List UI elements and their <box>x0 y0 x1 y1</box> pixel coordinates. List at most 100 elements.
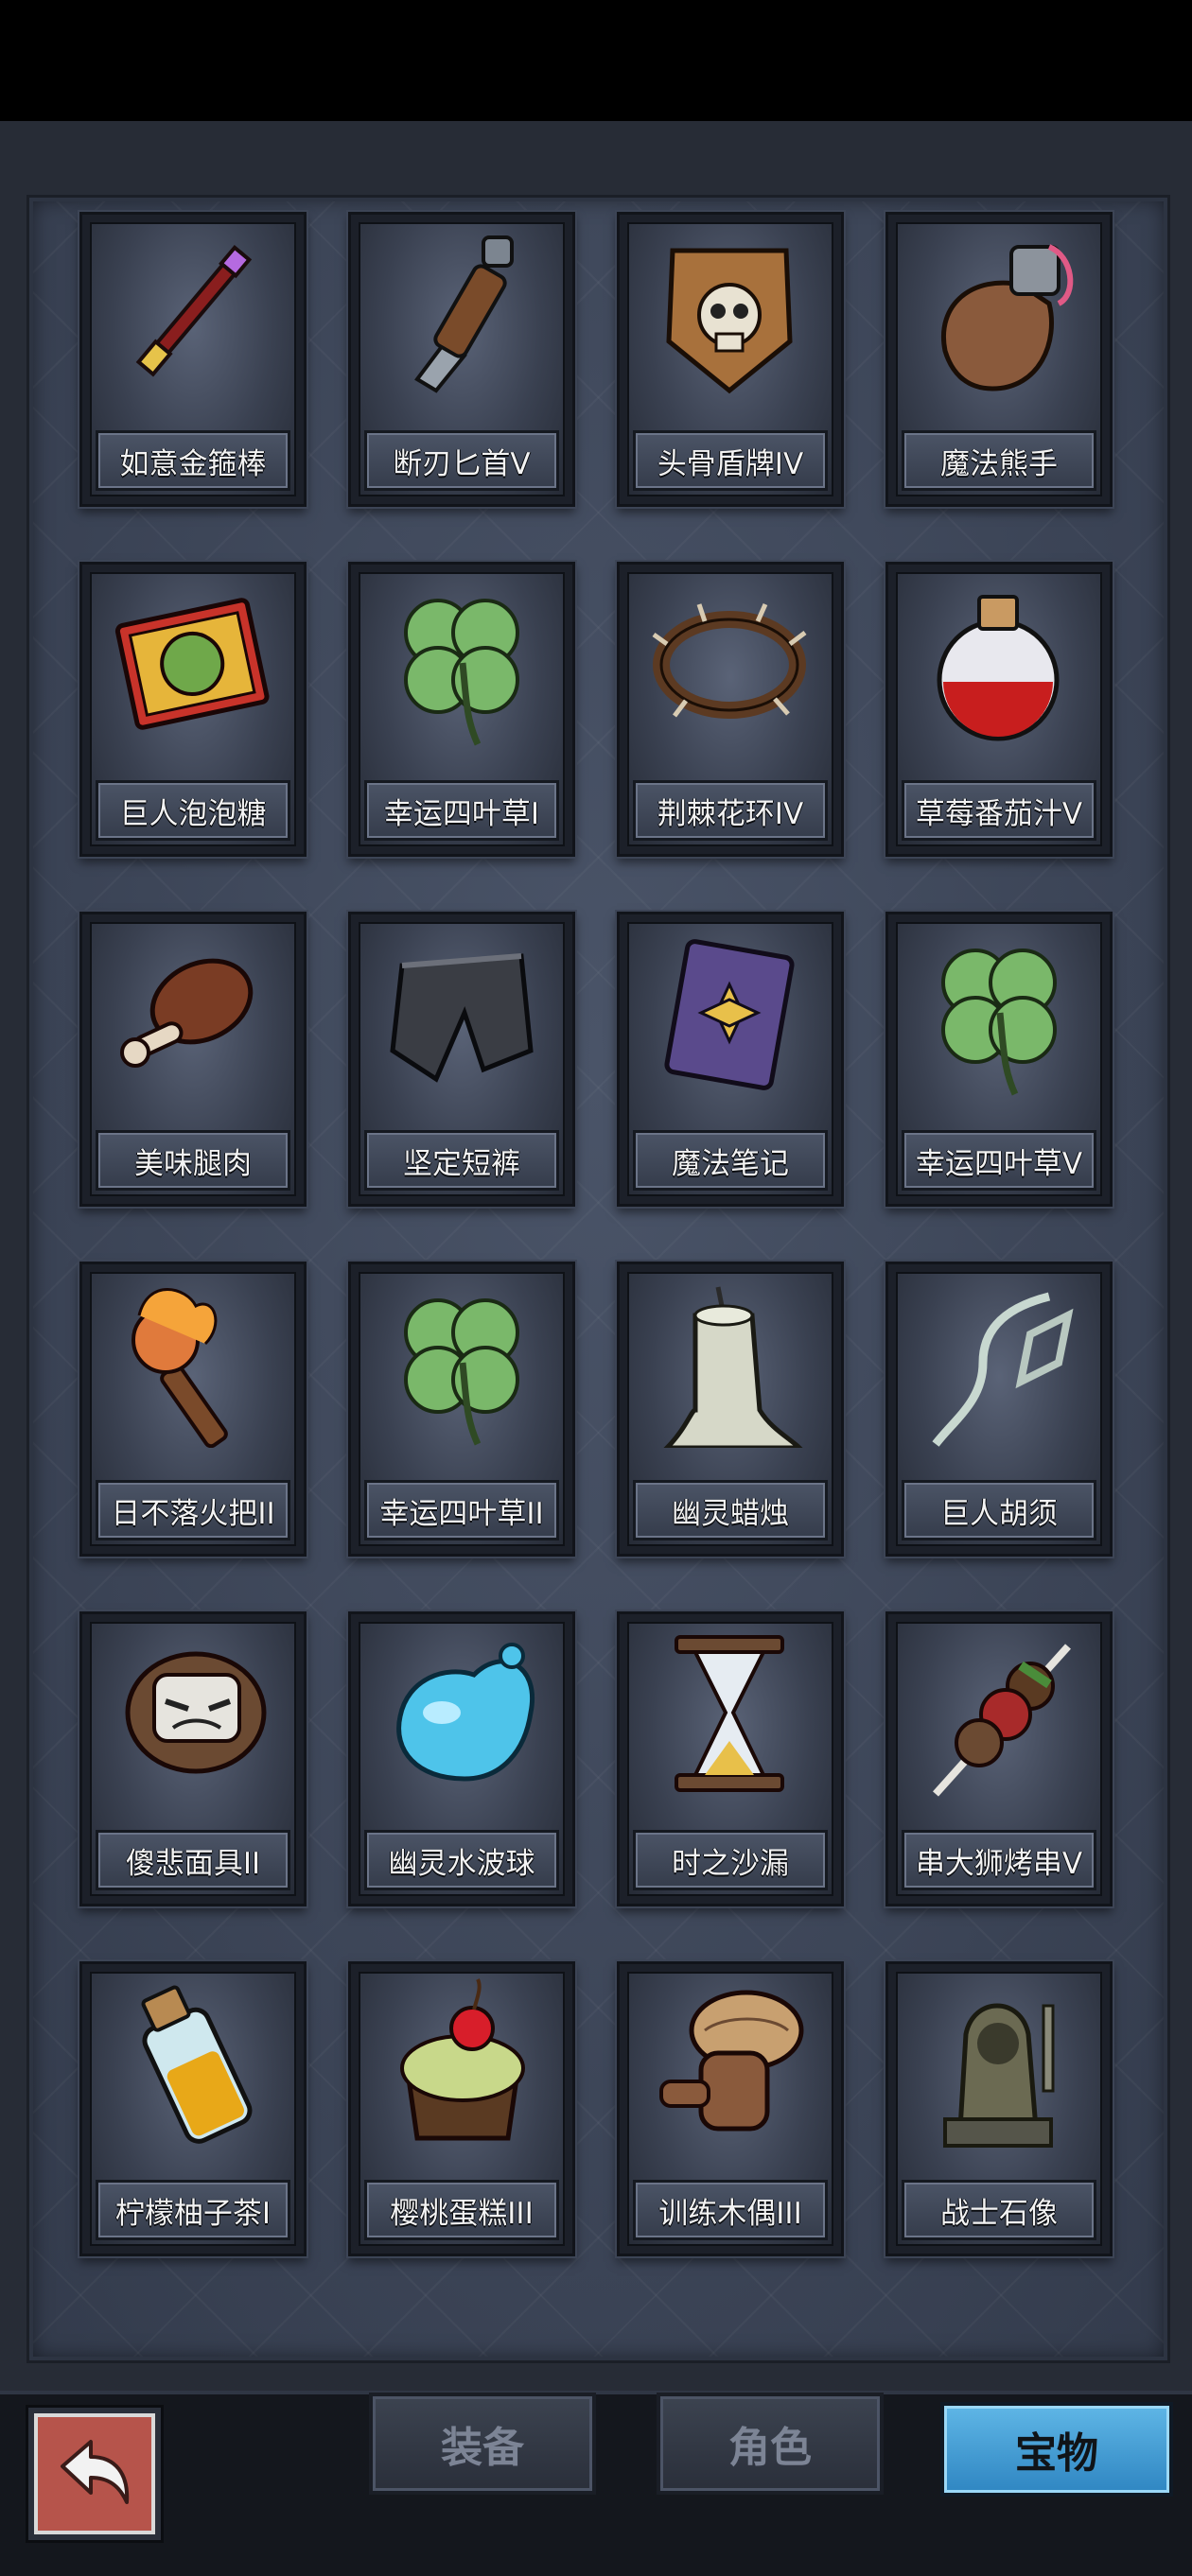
treasure-name-plate: 魔法笔记 <box>633 1130 828 1191</box>
back-button[interactable] <box>28 2408 161 2540</box>
treasure-card[interactable]: 傻悲面具II <box>79 1611 307 1906</box>
treasure-name-plate: 柠檬柚子茶I <box>96 2180 290 2240</box>
golden-staff-icon <box>111 228 273 398</box>
treasure-name: 魔法熊手 <box>940 446 1058 481</box>
treasure-name-plate: 如意金箍棒 <box>96 430 290 491</box>
thorn-wreath-icon <box>648 578 811 748</box>
treasure-name: 美味腿肉 <box>134 1146 252 1181</box>
treasure-card[interactable]: 幸运四叶草I <box>348 562 575 857</box>
meat-leg-icon <box>111 928 273 1098</box>
treasure-name-plate: 巨人泡泡糖 <box>96 780 290 841</box>
treasure-name: 日不落火把II <box>111 1496 275 1531</box>
treasure-name: 战士石像 <box>940 2196 1058 2231</box>
treasure-name-plate: 巨人胡须 <box>902 1480 1096 1540</box>
treasure-name-plate: 断刃匕首V <box>364 430 559 491</box>
tab-character-label: 角色 <box>728 2424 812 2472</box>
treasure-card[interactable]: 荆棘花环IV <box>617 562 844 857</box>
treasure-name-plate: 坚定短裤 <box>364 1130 559 1191</box>
hourglass-icon <box>648 1627 811 1798</box>
treasure-name: 幸运四叶草V <box>915 1146 1083 1181</box>
treasure-card[interactable]: 时之沙漏 <box>617 1611 844 1906</box>
broken-dagger-icon <box>379 228 542 398</box>
treasure-card[interactable]: 幽灵水波球 <box>348 1611 575 1906</box>
treasure-card[interactable]: 坚定短裤 <box>348 912 575 1207</box>
treasure-name-plate: 头骨盾牌IV <box>633 430 828 491</box>
treasure-card[interactable]: 魔法熊手 <box>885 212 1113 507</box>
bear-paw-icon <box>917 228 1079 398</box>
spell-book-icon <box>648 928 811 1098</box>
treasure-name: 时之沙漏 <box>672 1846 789 1881</box>
treasure-card[interactable]: 魔法笔记 <box>617 912 844 1207</box>
wooden-dummy-icon <box>648 1977 811 2148</box>
treasure-name-plate: 傻悲面具II <box>96 1830 290 1890</box>
treasure-name-plate: 幽灵蜡烛 <box>633 1480 828 1540</box>
treasure-name: 串大狮烤串V <box>915 1846 1083 1881</box>
water-orb-icon <box>379 1627 542 1798</box>
treasure-name: 如意金箍棒 <box>119 446 267 481</box>
tab-treasure[interactable]: 宝物 <box>940 2402 1173 2497</box>
treasure-name-plate: 幸运四叶草V <box>902 1130 1096 1191</box>
tab-equipment-label: 装备 <box>441 2424 524 2472</box>
treasure-card[interactable]: 头骨盾牌IV <box>617 212 844 507</box>
treasure-card[interactable]: 柠檬柚子茶I <box>79 1961 307 2256</box>
treasure-card[interactable]: 串大狮烤串V <box>885 1611 1113 1906</box>
treasure-name-plate: 幽灵水波球 <box>364 1830 559 1890</box>
treasure-name: 巨人胡须 <box>940 1496 1058 1531</box>
treasure-card[interactable]: 幸运四叶草II <box>348 1262 575 1557</box>
treasure-name: 草莓番茄汁V <box>915 796 1083 831</box>
four-leaf-clover-icon <box>379 578 542 748</box>
leather-shorts-icon <box>379 928 542 1098</box>
treasure-name-plate: 幸运四叶草II <box>364 1480 559 1540</box>
treasure-card[interactable]: 幸运四叶草V <box>885 912 1113 1207</box>
yellow-potion-icon <box>111 1977 273 2148</box>
treasure-name: 坚定短裤 <box>403 1146 520 1181</box>
treasure-name: 巨人泡泡糖 <box>119 796 267 831</box>
treasure-card[interactable]: 草莓番茄汁V <box>885 562 1113 857</box>
back-arrow-icon <box>61 2440 130 2504</box>
sad-mask-icon <box>111 1627 273 1798</box>
treasure-name: 断刃匕首V <box>393 446 531 481</box>
treasure-card[interactable]: 樱桃蛋糕III <box>348 1961 575 2256</box>
treasure-card[interactable]: 训练木偶III <box>617 1961 844 2256</box>
treasure-name: 荆棘花环IV <box>657 796 804 831</box>
ghost-candle-icon <box>648 1278 811 1448</box>
treasure-card[interactable]: 巨人胡须 <box>885 1262 1113 1557</box>
treasure-name-plate: 时之沙漏 <box>633 1830 828 1890</box>
treasure-card[interactable]: 美味腿肉 <box>79 912 307 1207</box>
treasure-name: 幸运四叶草I <box>383 796 540 831</box>
treasure-name: 训练木偶III <box>658 2196 802 2231</box>
red-potion-icon <box>917 578 1079 748</box>
treasure-card[interactable]: 巨人泡泡糖 <box>79 562 307 857</box>
treasure-name: 幽灵蜡烛 <box>672 1496 789 1531</box>
warrior-statue-icon <box>917 1977 1079 2148</box>
treasure-name-plate: 日不落火把II <box>96 1480 290 1540</box>
treasure-name: 幸运四叶草II <box>379 1496 544 1531</box>
treasure-name-plate: 樱桃蛋糕III <box>364 2180 559 2240</box>
tab-equipment[interactable]: 装备 <box>369 2393 596 2495</box>
skull-shield-icon <box>648 228 811 398</box>
giant-beard-icon <box>917 1278 1079 1448</box>
treasure-name-plate: 美味腿肉 <box>96 1130 290 1191</box>
treasure-card[interactable]: 战士石像 <box>885 1961 1113 2256</box>
treasure-name: 头骨盾牌IV <box>657 446 804 481</box>
treasure-name-plate: 串大狮烤串V <box>902 1830 1096 1890</box>
cherry-cake-icon <box>379 1977 542 2148</box>
tab-character[interactable]: 角色 <box>657 2393 884 2495</box>
bubble-gum-box-icon <box>111 578 273 748</box>
kebab-skewer-icon <box>917 1627 1079 1798</box>
treasure-card[interactable]: 幽灵蜡烛 <box>617 1262 844 1557</box>
treasure-card[interactable]: 如意金箍棒 <box>79 212 307 507</box>
treasure-name-plate: 草莓番茄汁V <box>902 780 1096 841</box>
treasure-name-plate: 魔法熊手 <box>902 430 1096 491</box>
four-leaf-clover-icon <box>917 928 1079 1098</box>
treasure-name: 幽灵水波球 <box>388 1846 535 1881</box>
treasure-name-plate: 荆棘花环IV <box>633 780 828 841</box>
treasure-name: 傻悲面具II <box>125 1846 261 1881</box>
torch-icon <box>111 1278 273 1448</box>
treasure-name: 魔法笔记 <box>672 1146 789 1181</box>
treasure-name-plate: 训练木偶III <box>633 2180 828 2240</box>
treasure-card[interactable]: 断刃匕首V <box>348 212 575 507</box>
treasure-card[interactable]: 日不落火把II <box>79 1262 307 1557</box>
four-leaf-clover-icon <box>379 1278 542 1448</box>
tab-treasure-label: 宝物 <box>1015 2429 1098 2478</box>
